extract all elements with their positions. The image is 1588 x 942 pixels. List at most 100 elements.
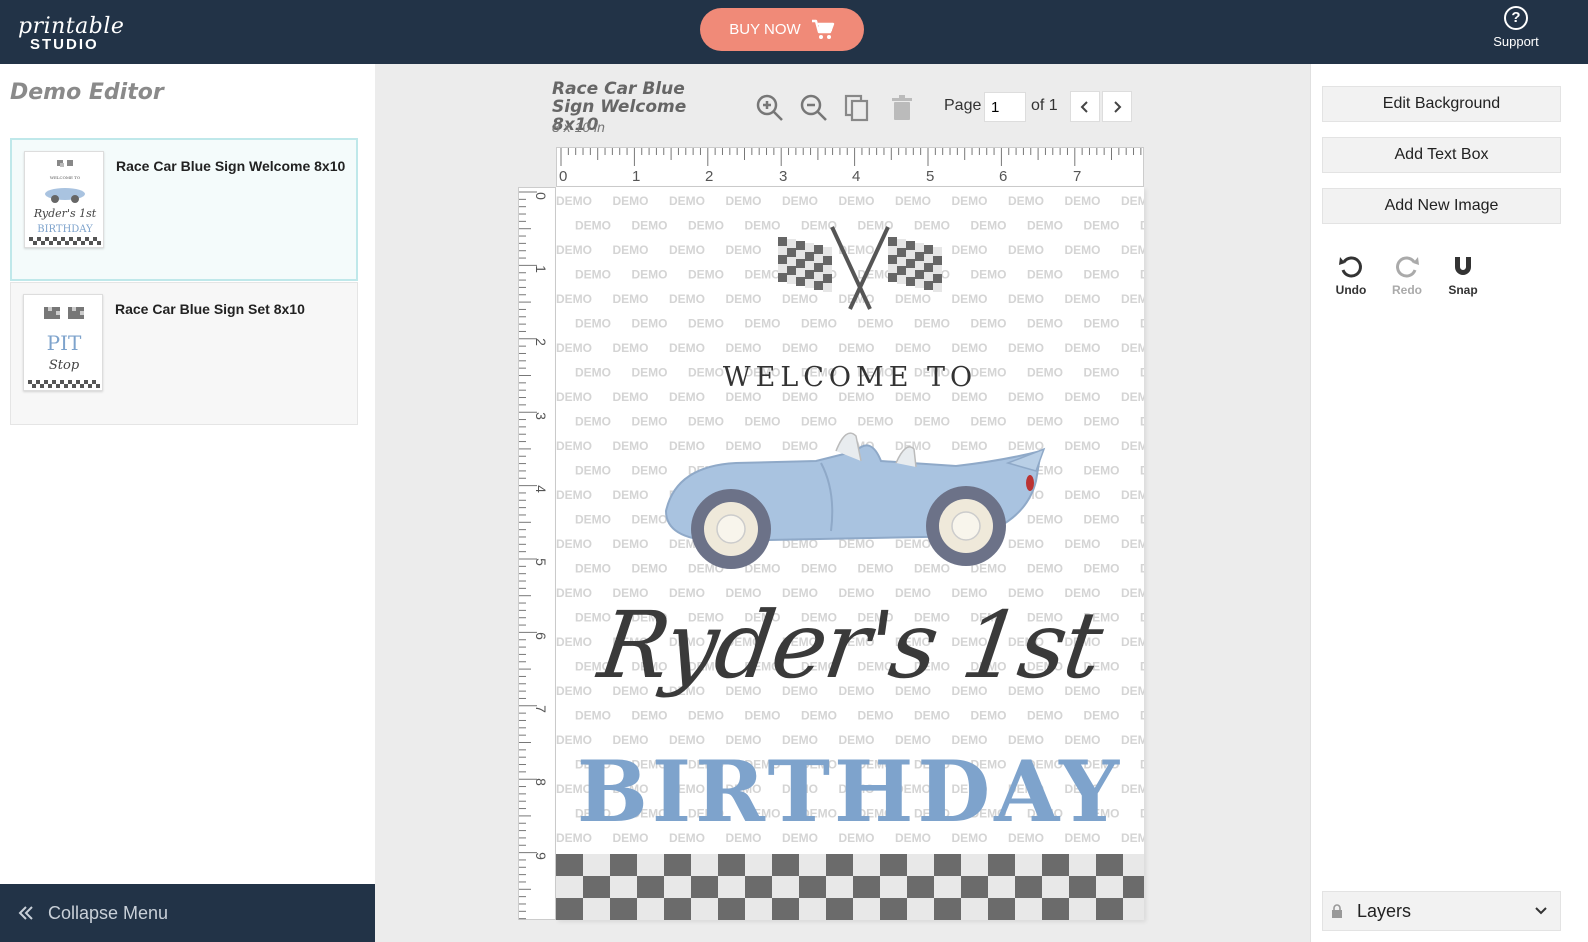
svg-text:DEMO: DEMO bbox=[613, 488, 649, 502]
race-car-image[interactable] bbox=[656, 421, 1056, 581]
svg-text:DEMO: DEMO bbox=[556, 439, 592, 453]
template-name: Race Car Blue Sign Set 8x10 bbox=[115, 301, 305, 317]
ruler-mark: 2 bbox=[705, 168, 714, 185]
zoom-out-button[interactable] bbox=[799, 93, 829, 123]
name-script-text[interactable]: Ryder's 1st bbox=[556, 592, 1144, 699]
buy-now-label: BUY NOW bbox=[729, 21, 801, 38]
svg-text:DEMO: DEMO bbox=[1121, 341, 1144, 355]
svg-text:DEMO: DEMO bbox=[575, 562, 611, 576]
add-new-image-button[interactable]: Add New Image bbox=[1322, 188, 1561, 224]
page-count: of 1 bbox=[1031, 97, 1058, 114]
svg-text:DEMO: DEMO bbox=[556, 341, 592, 355]
vertical-ruler: 0 1 2 3 4 5 6 7 8 9 bbox=[518, 187, 556, 920]
svg-text:DEMO: DEMO bbox=[1140, 513, 1144, 527]
ruler-mark: 1 bbox=[532, 265, 549, 273]
svg-text:WELCOME TO: WELCOME TO bbox=[50, 175, 81, 180]
previous-page-button[interactable] bbox=[1070, 91, 1100, 122]
magnet-icon bbox=[1455, 257, 1471, 275]
svg-text:DEMO: DEMO bbox=[782, 341, 818, 355]
svg-text:DEMO: DEMO bbox=[952, 194, 988, 208]
svg-text:DEMO: DEMO bbox=[556, 243, 592, 257]
welcome-text[interactable]: WELCOME TO bbox=[556, 362, 1144, 393]
ruler-mark: 6 bbox=[532, 632, 549, 640]
double-chevron-left-icon bbox=[18, 906, 33, 920]
shopping-cart-icon bbox=[811, 19, 834, 39]
svg-text:DEMO: DEMO bbox=[839, 194, 875, 208]
svg-text:DEMO: DEMO bbox=[726, 341, 762, 355]
svg-text:DEMO: DEMO bbox=[1008, 341, 1044, 355]
right-panel: Edit Background Add Text Box Add New Ima… bbox=[1310, 64, 1588, 942]
design-canvas[interactable]: DEMO DEMO DEMO DEMO DEMO DEMO DEMO DEMO DEMO DEMO… bbox=[556, 187, 1144, 920]
svg-text:DEMO: DEMO bbox=[952, 341, 988, 355]
chevron-right-icon bbox=[1114, 100, 1122, 113]
svg-text:DEMO: DEMO bbox=[1065, 243, 1101, 257]
ruler-mark: 6 bbox=[999, 168, 1008, 185]
ruler-mark: 1 bbox=[632, 168, 641, 185]
checkered-flags-image[interactable] bbox=[770, 219, 950, 315]
svg-text:DEMO: DEMO bbox=[1065, 488, 1101, 502]
checkered-border-image[interactable] bbox=[556, 854, 1144, 920]
svg-text:DEMO: DEMO bbox=[613, 537, 649, 551]
page-number-input[interactable] bbox=[984, 92, 1026, 122]
svg-text:DEMO: DEMO bbox=[1140, 709, 1144, 723]
svg-text:DEMO: DEMO bbox=[952, 292, 988, 306]
svg-text:DEMO: DEMO bbox=[782, 194, 818, 208]
next-page-button[interactable] bbox=[1102, 91, 1132, 122]
duplicate-button[interactable] bbox=[843, 93, 873, 123]
svg-text:DEMO: DEMO bbox=[613, 243, 649, 257]
add-text-box-button[interactable]: Add Text Box bbox=[1322, 137, 1561, 173]
svg-text:DEMO: DEMO bbox=[669, 243, 705, 257]
zoom-out-icon bbox=[800, 94, 827, 121]
svg-text:DEMO: DEMO bbox=[613, 292, 649, 306]
svg-text:DEMO: DEMO bbox=[895, 341, 931, 355]
svg-text:DEMO: DEMO bbox=[1121, 194, 1144, 208]
edit-background-button[interactable]: Edit Background bbox=[1322, 86, 1561, 122]
chevron-left-icon bbox=[1080, 100, 1088, 113]
svg-text:DEMO: DEMO bbox=[801, 709, 837, 723]
ruler-mark: 5 bbox=[926, 168, 935, 185]
svg-text:DEMO: DEMO bbox=[632, 709, 668, 723]
top-bar: printable STUDIO BUY NOW ? Support bbox=[0, 0, 1588, 64]
snap-label: Snap bbox=[1448, 283, 1478, 297]
svg-text:DEMO: DEMO bbox=[1121, 292, 1144, 306]
svg-text:DEMO: DEMO bbox=[1140, 415, 1144, 429]
svg-text:DEMO: DEMO bbox=[1008, 292, 1044, 306]
layers-dropdown[interactable]: Layers bbox=[1322, 891, 1561, 931]
svg-text:DEMO: DEMO bbox=[556, 292, 592, 306]
birthday-text[interactable]: BIRTHDAY bbox=[556, 742, 1144, 841]
ruler-mark: 2 bbox=[532, 338, 549, 346]
template-item-set[interactable]: PIT Stop Race Car Blue Sign Set 8x10 bbox=[10, 282, 358, 425]
printable-studio-logo[interactable]: printable STUDIO bbox=[16, 14, 126, 54]
snap-button[interactable]: Snap bbox=[1440, 254, 1486, 297]
svg-text:DEMO: DEMO bbox=[1084, 464, 1120, 478]
template-item-welcome[interactable]: WELCOME TO Ryder's 1st BIRTHDAY Race Car… bbox=[10, 138, 358, 281]
svg-text:DEMO: DEMO bbox=[613, 439, 649, 453]
trash-icon bbox=[892, 95, 912, 120]
ruler-mark: 3 bbox=[532, 412, 549, 420]
redo-button[interactable]: Redo bbox=[1384, 254, 1430, 297]
svg-text:DEMO: DEMO bbox=[669, 292, 705, 306]
delete-button[interactable] bbox=[887, 93, 917, 123]
undo-button[interactable]: Undo bbox=[1328, 254, 1374, 297]
buy-now-button[interactable]: BUY NOW bbox=[700, 8, 864, 51]
layers-label: Layers bbox=[1357, 900, 1412, 921]
zoom-in-button[interactable] bbox=[755, 93, 785, 123]
ruler-mark: 7 bbox=[532, 705, 549, 713]
support-button[interactable]: ? Support bbox=[1486, 6, 1546, 49]
svg-text:DEMO: DEMO bbox=[1065, 194, 1101, 208]
svg-text:DEMO: DEMO bbox=[632, 268, 668, 282]
svg-text:DEMO: DEMO bbox=[613, 194, 649, 208]
svg-text:DEMO: DEMO bbox=[575, 317, 611, 331]
svg-text:DEMO: DEMO bbox=[575, 219, 611, 233]
svg-text:DEMO: DEMO bbox=[1065, 292, 1101, 306]
svg-text:Ryder's 1st: Ryder's 1st bbox=[33, 207, 97, 220]
svg-text:DEMO: DEMO bbox=[1140, 317, 1144, 331]
svg-text:DEMO: DEMO bbox=[914, 317, 950, 331]
svg-text:DEMO: DEMO bbox=[632, 219, 668, 233]
ruler-mark: 0 bbox=[559, 168, 568, 185]
svg-text:DEMO: DEMO bbox=[1140, 219, 1144, 233]
ruler-mark: 3 bbox=[779, 168, 788, 185]
svg-text:DEMO: DEMO bbox=[971, 219, 1007, 233]
collapse-menu-button[interactable]: Collapse Menu bbox=[0, 884, 375, 942]
svg-text:DEMO: DEMO bbox=[1084, 268, 1120, 282]
